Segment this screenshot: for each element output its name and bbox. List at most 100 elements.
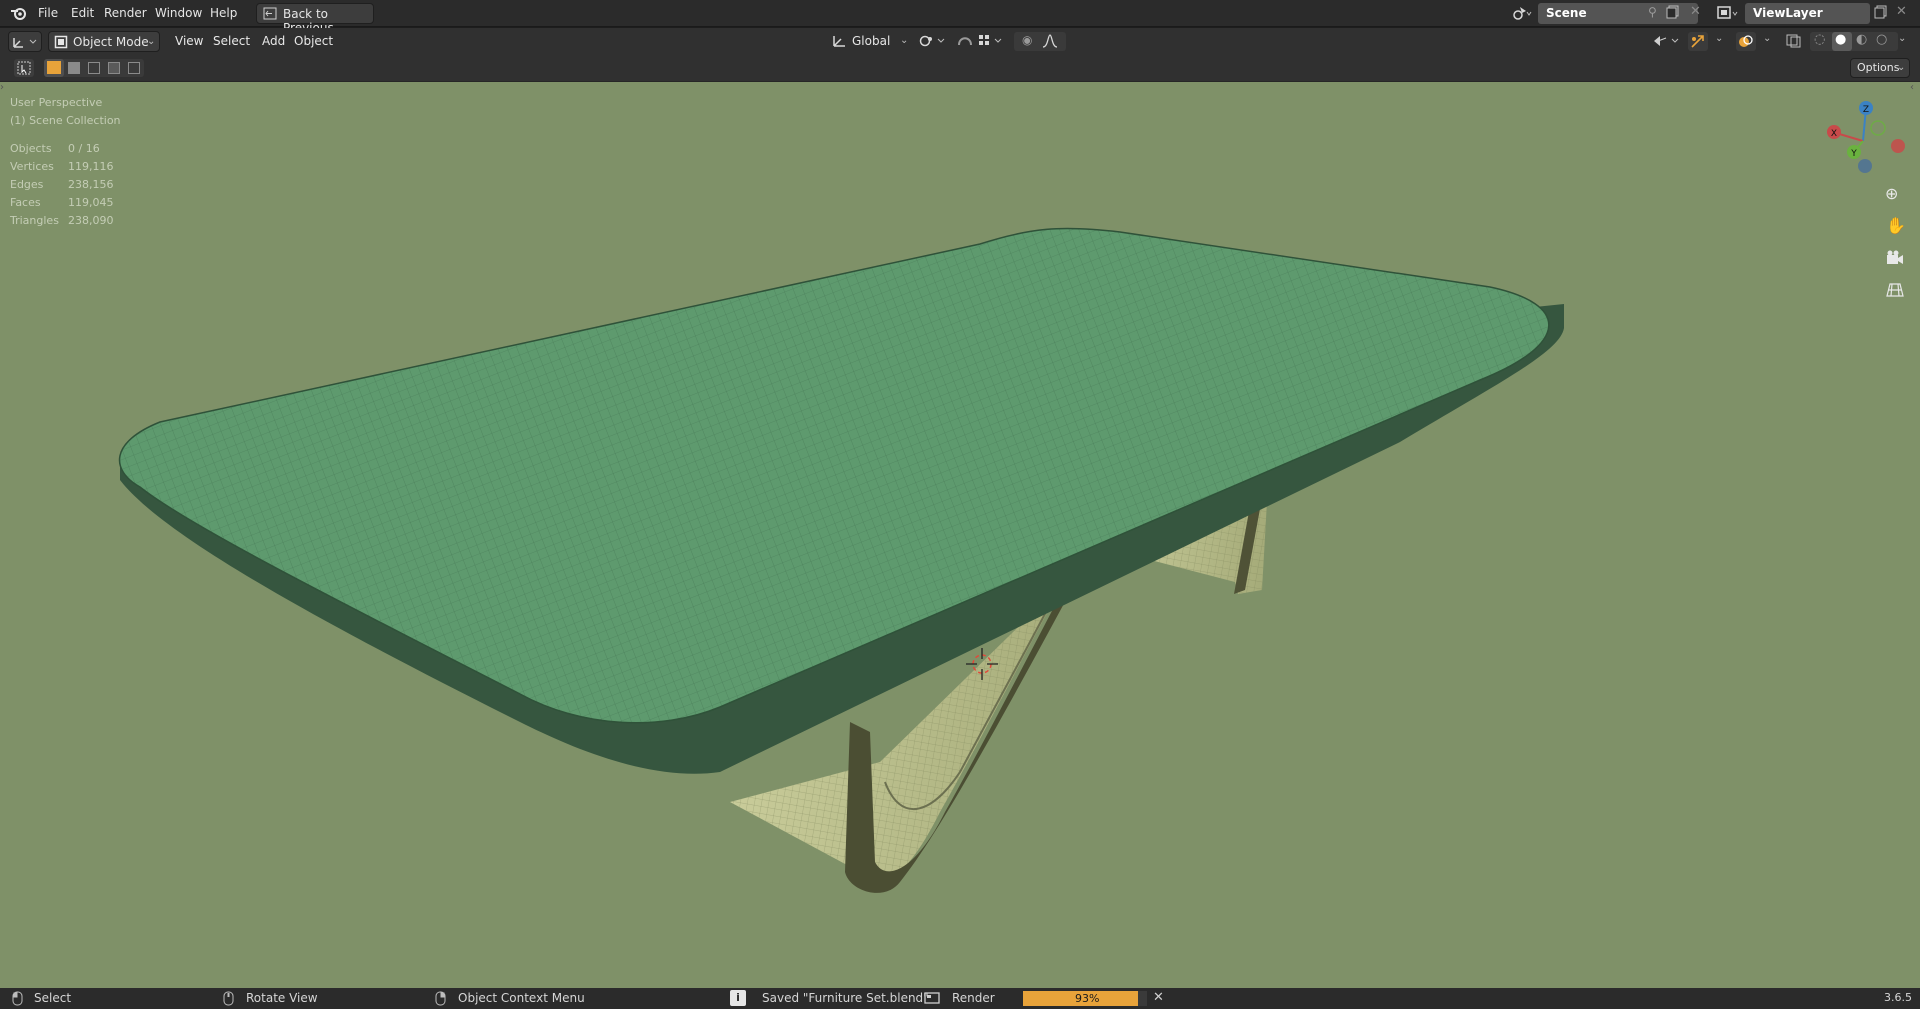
overlays-toggle[interactable]: [1736, 32, 1756, 51]
stat-triangles: Triangles 238,090: [10, 214, 114, 227]
material-shading-icon[interactable]: ◐: [1856, 32, 1867, 47]
gizmo-toggle[interactable]: [1688, 32, 1708, 51]
axes-editor-icon: [13, 38, 37, 48]
falloff-icon[interactable]: [1042, 34, 1058, 48]
options-label: Options: [1857, 61, 1900, 74]
back-to-previous-button[interactable]: Back to Previous: [256, 3, 374, 35]
top-bar: File Edit Render Window Help Back to Pre…: [0, 0, 1920, 35]
rendered-shading-icon[interactable]: ○: [1876, 32, 1887, 47]
chevron-down-icon: ⌄: [1897, 62, 1906, 73]
cancel-render-icon[interactable]: ✕: [1153, 990, 1164, 1005]
solid-shading-icon: ●: [1835, 32, 1847, 47]
object-mode-dropdown[interactable]: Object Mode ⌄: [48, 31, 160, 52]
stat-faces: Faces 119,045: [10, 196, 114, 209]
menu-edit[interactable]: Edit: [71, 6, 94, 20]
blender-version: 3.6.5: [1884, 991, 1912, 1004]
close-view-layer-icon[interactable]: ✕: [1896, 4, 1907, 19]
orientation-label: Global: [852, 34, 891, 48]
chevron-down-icon[interactable]: ⌄: [1763, 33, 1771, 44]
chevron-down-icon: ⌄: [147, 36, 156, 47]
stat-vertices: Vertices 119,116: [10, 160, 114, 173]
header-menu-select[interactable]: Select: [213, 34, 250, 48]
solid-shading-button[interactable]: ●: [1832, 32, 1852, 51]
status-bar: Select Rotate View Object Context Menu i…: [0, 988, 1920, 1009]
info-icon: i: [730, 990, 746, 1006]
snap-toggle-icon[interactable]: [956, 33, 974, 49]
select-new-button[interactable]: [44, 59, 64, 77]
back-arrow-icon: [263, 7, 277, 20]
stat-objects: Objects 0 / 16: [10, 142, 100, 155]
tool-header: Options ⌄: [0, 54, 1920, 82]
status-select: Select: [34, 991, 72, 1005]
viewport-info: User Perspective (1) Scene Collection Ob…: [10, 94, 121, 230]
table-top[interactable]: [118, 227, 1550, 724]
gizmo-x-label: X: [1831, 129, 1837, 139]
transform-orientation-icon: [833, 36, 845, 47]
chevron-down-icon: ⌄: [900, 35, 909, 46]
pivot-point-icon[interactable]: [918, 34, 948, 48]
options-dropdown[interactable]: Options ⌄: [1850, 58, 1910, 78]
snap-grid-icon[interactable]: [978, 34, 1006, 48]
blender-logo-icon[interactable]: [10, 5, 28, 21]
pin-icon[interactable]: ⚲: [1648, 5, 1657, 19]
new-view-layer-icon[interactable]: [1874, 5, 1888, 19]
menu-window[interactable]: Window: [155, 6, 202, 20]
mode-label: Object Mode: [73, 35, 149, 49]
select-new-icon: [47, 61, 61, 74]
view-layer-icon[interactable]: [1716, 5, 1740, 21]
stat-edges: Edges 238,156: [10, 178, 114, 191]
render-progress-text: 93%: [1075, 992, 1100, 1005]
status-context-menu: Object Context Menu: [458, 991, 585, 1005]
viewport-header: Object Mode ⌄ View Select Add Object Glo…: [0, 28, 1920, 54]
zoom-icon[interactable]: ⊕: [1885, 184, 1898, 203]
close-scene-icon[interactable]: ✕: [1690, 4, 1701, 19]
status-saved-message: Saved "Furniture Set.blend": [762, 991, 929, 1005]
select-subtract-icon[interactable]: [88, 62, 100, 74]
toolbar-toggle-icon[interactable]: ›: [0, 82, 4, 93]
navigation-gizmo[interactable]: Z X Y: [1818, 96, 1908, 186]
scene-name: Scene: [1546, 6, 1587, 20]
status-rotate-view: Rotate View: [246, 991, 318, 1005]
editor-type-button[interactable]: [8, 31, 42, 52]
status-render-label: Render: [952, 991, 995, 1005]
scene-icon[interactable]: [1512, 5, 1532, 21]
perspective-toggle-icon[interactable]: [1886, 282, 1904, 298]
view-layer-name: ViewLayer: [1753, 6, 1823, 20]
gizmo-y-label: Y: [1850, 149, 1857, 159]
proportional-edit-group: ◉: [1014, 32, 1066, 51]
orientation-dropdown[interactable]: Global ⌄: [828, 31, 912, 52]
header-menu-object[interactable]: Object: [294, 34, 333, 48]
render-progress-bar: 93%: [1023, 991, 1147, 1006]
camera-view-icon[interactable]: [1886, 250, 1904, 266]
shading-group: ◌ ● ◐ ○: [1810, 32, 1898, 51]
select-intersect-icon[interactable]: [128, 62, 140, 74]
3d-viewport[interactable]: User Perspective (1) Scene Collection Ob…: [0, 82, 1920, 988]
select-tool-button[interactable]: [14, 59, 34, 77]
select-invert-icon[interactable]: [108, 62, 120, 74]
object-visibility-icon[interactable]: [1652, 33, 1682, 49]
view-layer-selector[interactable]: ViewLayer: [1745, 3, 1870, 24]
select-mode-group: [44, 59, 144, 77]
xray-icon[interactable]: [1786, 34, 1802, 48]
pan-hand-icon[interactable]: ✋: [1886, 216, 1906, 235]
header-menu-view[interactable]: View: [175, 34, 203, 48]
collection-label: (1) Scene Collection: [10, 114, 121, 127]
menu-help[interactable]: Help: [210, 6, 237, 20]
header-menu-add[interactable]: Add: [262, 34, 285, 48]
mouse-middle-icon: [223, 991, 234, 1006]
overlays-icon: [1739, 35, 1753, 47]
wireframe-shading-icon[interactable]: ◌: [1814, 32, 1825, 47]
render-job-icon: [924, 992, 940, 1004]
mouse-right-icon: [435, 991, 446, 1006]
chevron-down-icon[interactable]: ⌄: [1715, 33, 1723, 44]
chevron-down-icon[interactable]: ⌄: [1898, 33, 1906, 44]
proportional-edit-icon[interactable]: ◉: [1022, 33, 1032, 47]
new-scene-icon[interactable]: [1666, 5, 1680, 19]
select-extend-icon[interactable]: [68, 62, 80, 74]
perspective-label: User Perspective: [10, 96, 103, 109]
sidebar-toggle-icon[interactable]: ‹: [1910, 82, 1914, 93]
gizmo-z-label: Z: [1863, 105, 1869, 115]
menu-render[interactable]: Render: [104, 6, 147, 20]
menu-file[interactable]: File: [38, 6, 58, 20]
cursor-select-icon: [17, 61, 31, 75]
